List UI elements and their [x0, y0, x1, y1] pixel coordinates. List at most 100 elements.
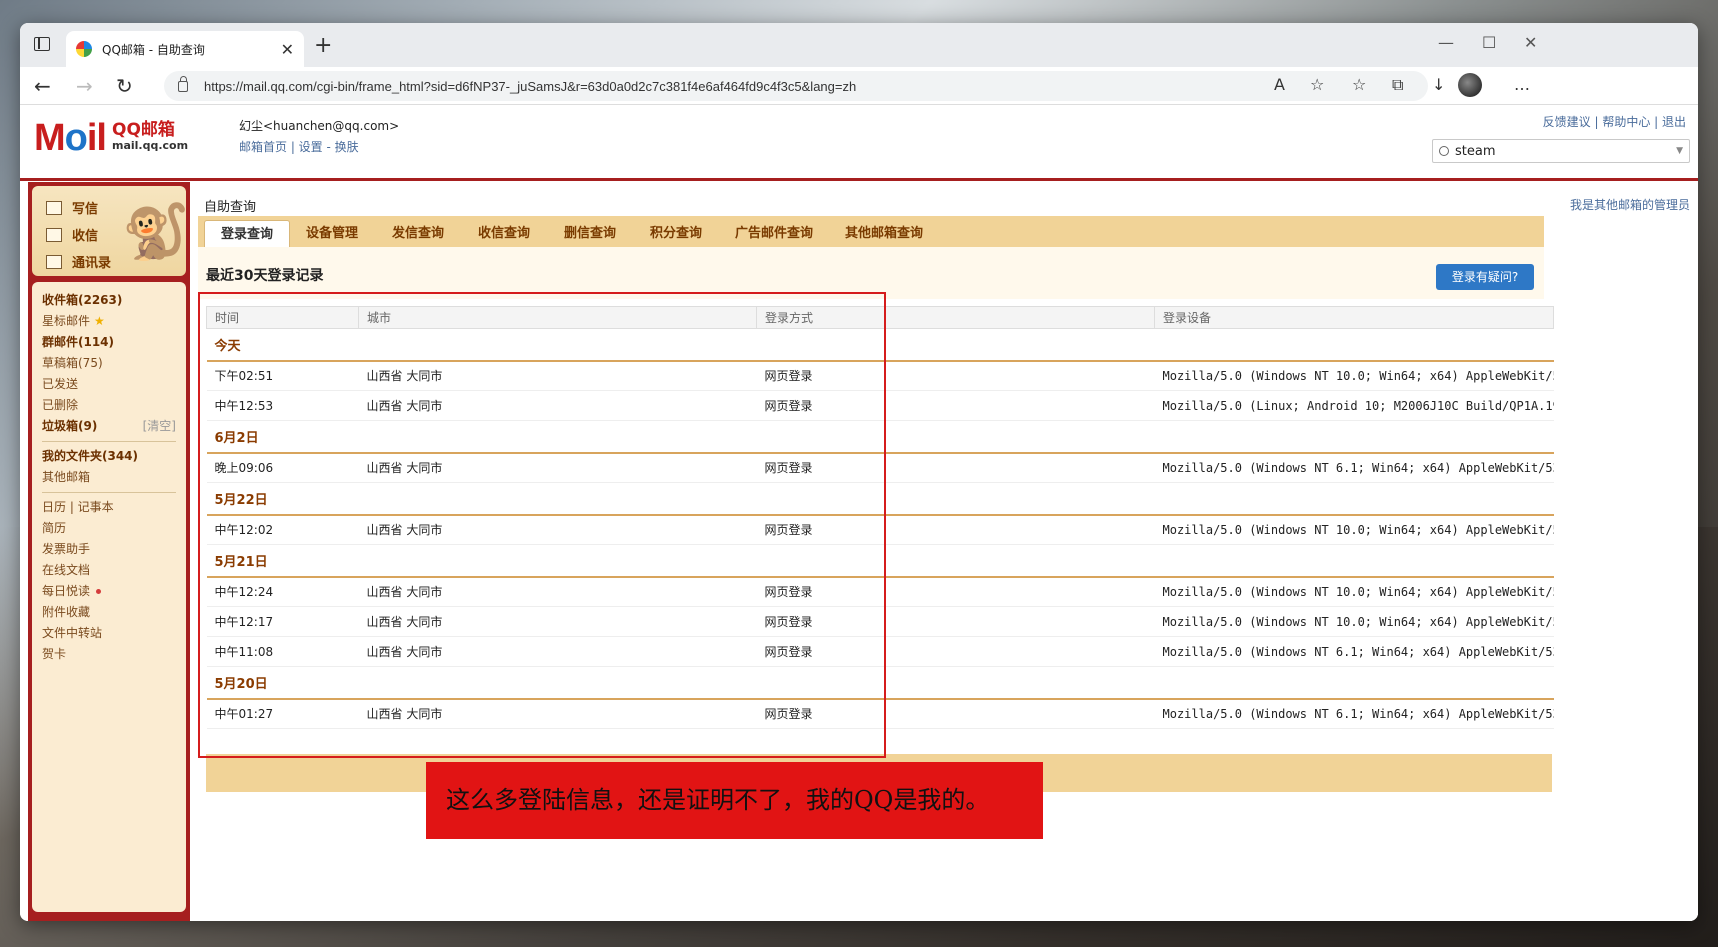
inbox-icon [46, 227, 62, 242]
table-row: 中午12:24 山西省 大同市 网页登录 Mozilla/5.0 (Window… [206, 576, 1554, 607]
tool-label: 附件收藏 [42, 605, 91, 619]
refresh-icon[interactable]: ↻ [116, 74, 133, 98]
folder-deleted[interactable]: 已删除 [42, 395, 176, 416]
tool-label: 在线文档 [42, 563, 91, 577]
cell-time: 中午12:02 [206, 514, 359, 545]
cell-time: 中午12:24 [206, 576, 359, 607]
table-row: 中午11:08 山西省 大同市 网页登录 Mozilla/5.0 (Window… [206, 636, 1554, 667]
folder-spam[interactable]: 垃圾箱(9) [清空] [42, 416, 176, 437]
tab-received-query[interactable]: 收信查询 [466, 220, 542, 247]
clear-spam-link[interactable]: [清空] [143, 416, 176, 437]
chevron-down-icon[interactable]: ▼ [1676, 146, 1683, 156]
admin-link[interactable]: 我是其他邮箱的管理员 [1570, 196, 1690, 213]
table-row: 下午02:51 山西省 大同市 网页登录 Mozilla/5.0 (Window… [206, 360, 1554, 391]
cell-city: 山西省 大同市 [358, 636, 757, 667]
cell-method: 网页登录 [756, 698, 1155, 729]
cell-time: 下午02:51 [206, 360, 359, 391]
read-aloud-icon[interactable]: A [1274, 75, 1285, 94]
forward-icon[interactable]: → [76, 74, 93, 98]
cell-method: 网页登录 [756, 576, 1155, 607]
tool-calendar[interactable]: 日历 | 记事本 [42, 497, 176, 518]
new-tab-icon[interactable]: + [314, 33, 332, 58]
back-icon[interactable]: ← [34, 74, 51, 98]
folder-inbox[interactable]: 收件箱(2263) [42, 290, 176, 311]
tool-label: 每日悦读 [42, 584, 91, 598]
folder-group[interactable]: 群邮件(114) [42, 332, 176, 353]
logo-en: mail.qq.com [112, 139, 189, 152]
user-info: 幻尘<huanchen@qq.com> 邮箱首页 | 设置 - 换肤 [239, 117, 399, 155]
cell-city: 山西省 大同市 [358, 390, 757, 421]
tool-invoice[interactable]: 发票助手 [42, 539, 176, 560]
browser-tab[interactable]: QQ邮箱 - 自助查询 ✕ [66, 31, 304, 67]
tab-ad-mail-query[interactable]: 广告邮件查询 [726, 220, 822, 247]
day-group-row: 5月22日 [206, 482, 1554, 516]
cell-method: 网页登录 [756, 452, 1155, 483]
table-row: 中午12:17 山西省 大同市 网页登录 Mozilla/5.0 (Window… [206, 606, 1554, 637]
folder-drafts[interactable]: 草稿箱(75) [42, 353, 176, 374]
column-header: 城市 [358, 306, 757, 329]
cell-device: Mozilla/5.0 (Windows NT 10.0; Win64; x64… [1154, 514, 1554, 545]
user-address: 幻尘<huanchen@qq.com> [239, 119, 400, 133]
tab-other-mailbox-query[interactable]: 其他邮箱查询 [836, 220, 932, 247]
cell-method: 网页登录 [756, 514, 1155, 545]
cell-method: 网页登录 [756, 606, 1155, 637]
tab-actions-icon[interactable] [34, 37, 50, 51]
close-tab-icon[interactable]: ✕ [281, 40, 294, 59]
compose-panel: 写信 收信 通讯录 🐒 [32, 186, 189, 276]
folder-starred[interactable]: 星标邮件 ★ [42, 311, 176, 332]
minimize-icon[interactable]: — [1438, 33, 1454, 52]
tab-points-query[interactable]: 积分查询 [638, 220, 714, 247]
table-row: 中午12:02 山西省 大同市 网页登录 Mozilla/5.0 (Window… [206, 514, 1554, 545]
tab-deleted-query[interactable]: 删信查询 [552, 220, 628, 247]
tool-cards[interactable]: 贺卡 [42, 644, 176, 665]
login-question-button[interactable]: 登录有疑问? [1436, 264, 1534, 290]
close-window-icon[interactable]: ✕ [1524, 33, 1537, 52]
profile-avatar[interactable] [1458, 73, 1482, 97]
folder-label: 星标邮件 [42, 314, 91, 328]
cell-device: Mozilla/5.0 (Windows NT 6.1; Win64; x64)… [1154, 636, 1554, 667]
contacts-label: 通讯录 [72, 256, 112, 271]
tab-sent-query[interactable]: 发信查询 [380, 220, 456, 247]
folder-sent[interactable]: 已发送 [42, 374, 176, 395]
maximize-icon[interactable]: ☐ [1482, 33, 1496, 52]
tool-label: 日历 | 记事本 [42, 500, 114, 514]
day-group-row: 5月20日 [206, 666, 1554, 700]
day-label: 5月21日 [206, 544, 1554, 578]
folder-label: 垃圾箱(9) [42, 419, 98, 433]
qqmail-logo[interactable]: Moil QQ邮箱 mail.qq.com [34, 119, 188, 157]
logo-moil-o: o [64, 117, 88, 159]
page-title: 自助查询 [204, 200, 257, 215]
divider [42, 492, 176, 493]
sidebar: 写信 收信 通讯录 🐒 收件箱(2263) 星标邮件 ★ 群邮件(114) 草稿箱… [28, 182, 190, 921]
tool-docs[interactable]: 在线文档 [42, 560, 176, 581]
table-row: 中午12:53 山西省 大同市 网页登录 Mozilla/5.0 (Linux;… [206, 390, 1554, 421]
favorites-icon[interactable]: ☆ [1352, 75, 1366, 94]
tab-login-query[interactable]: 登录查询 [204, 220, 290, 247]
cell-time: 晚上09:06 [206, 452, 359, 483]
tool-reading[interactable]: 每日悦读 [42, 581, 176, 602]
more-menu-icon[interactable]: … [1514, 75, 1530, 94]
url-input[interactable]: https://mail.qq.com/cgi-bin/frame_html?s… [164, 71, 1428, 101]
tool-file-transfer[interactable]: 文件中转站 [42, 623, 176, 644]
day-label: 5月20日 [206, 666, 1554, 700]
collections-icon[interactable]: ⧉ [1392, 75, 1403, 95]
user-links[interactable]: 邮箱首页 | 设置 - 换肤 [239, 138, 399, 155]
column-header: 登录设备 [1154, 306, 1554, 329]
cell-method: 网页登录 [756, 390, 1155, 421]
tab-device-manage[interactable]: 设备管理 [294, 220, 370, 247]
folder-other-mail[interactable]: 其他邮箱 [42, 467, 176, 488]
header-divider [20, 178, 1698, 181]
cell-device: Mozilla/5.0 (Windows NT 10.0; Win64; x64… [1154, 606, 1554, 637]
tool-resume[interactable]: 简历 [42, 518, 176, 539]
folder-my-folders[interactable]: 我的文件夹(344) [42, 446, 176, 467]
tool-attachments[interactable]: 附件收藏 [42, 602, 176, 623]
contacts-icon [46, 254, 62, 269]
table-header-row: 时间 城市 登录方式 登录设备 [206, 306, 1554, 329]
mail-search-input[interactable]: steam ▼ [1432, 139, 1690, 163]
downloads-icon[interactable]: ↓ [1432, 75, 1445, 94]
cell-city: 山西省 大同市 [358, 606, 757, 637]
favorite-add-icon[interactable]: ☆ [1310, 75, 1324, 94]
folder-label: 群邮件(114) [42, 335, 115, 349]
logo-moil-prefix: M [34, 117, 66, 159]
top-links[interactable]: 反馈建议 | 帮助中心 | 退出 [1543, 113, 1686, 130]
